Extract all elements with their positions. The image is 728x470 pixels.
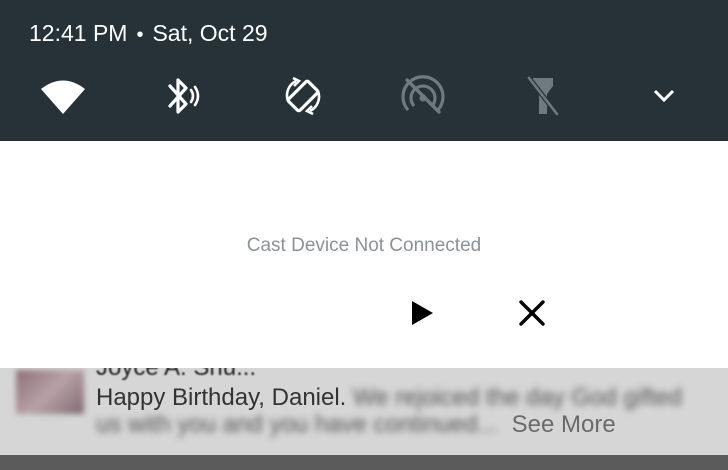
notification-blurred-text-2: us with you and you have continued...	[96, 411, 498, 438]
auto-rotate-icon	[285, 76, 321, 116]
close-button[interactable]	[508, 289, 556, 337]
wifi-tile[interactable]	[37, 70, 89, 122]
cast-status-text: Cast Device Not Connected	[246, 235, 482, 256]
notification-sender: Joyce A. Shu...	[96, 368, 256, 382]
play-button[interactable]	[398, 289, 446, 337]
status-header: 12:41 PM • Sat, Oct 29	[29, 18, 268, 48]
chevron-down-icon	[653, 89, 675, 103]
flashlight-off-icon	[527, 76, 559, 116]
cast-notification[interactable]: Cast Device Not Connected	[0, 141, 728, 368]
clock: 12:41 PM	[29, 20, 128, 46]
quick-settings-shade: 12:41 PM • Sat, Oct 29	[0, 0, 728, 141]
bluetooth-tile[interactable]	[157, 70, 209, 122]
flashlight-tile[interactable]	[517, 70, 569, 122]
notification-text-line-1: Happy Birthday, Daniel. We rejoiced the …	[96, 384, 682, 412]
separator-dot: •	[136, 24, 144, 46]
background-strip	[0, 455, 728, 470]
play-icon	[412, 301, 433, 325]
hotspot-off-icon	[401, 75, 445, 114]
notification-text-line-2: us with you and you have continued... See…	[96, 411, 616, 439]
hotspot-tile[interactable]	[397, 70, 449, 122]
notification-thumbnail	[16, 370, 84, 414]
wifi-icon	[41, 80, 85, 114]
close-icon	[519, 300, 545, 326]
expand-button[interactable]	[638, 70, 690, 122]
message-notification[interactable]: Joyce A. Shu... Happy Birthday, Daniel. …	[0, 368, 728, 455]
see-more-link[interactable]: See More	[512, 411, 616, 438]
bluetooth-icon	[168, 78, 200, 114]
notification-visible-text: Happy Birthday, Daniel.	[96, 384, 347, 411]
notification-blurred-text-1: We rejoiced the day God gifted	[353, 384, 683, 411]
date[interactable]: Sat, Oct 29	[152, 20, 267, 46]
auto-rotate-tile[interactable]	[277, 70, 329, 122]
